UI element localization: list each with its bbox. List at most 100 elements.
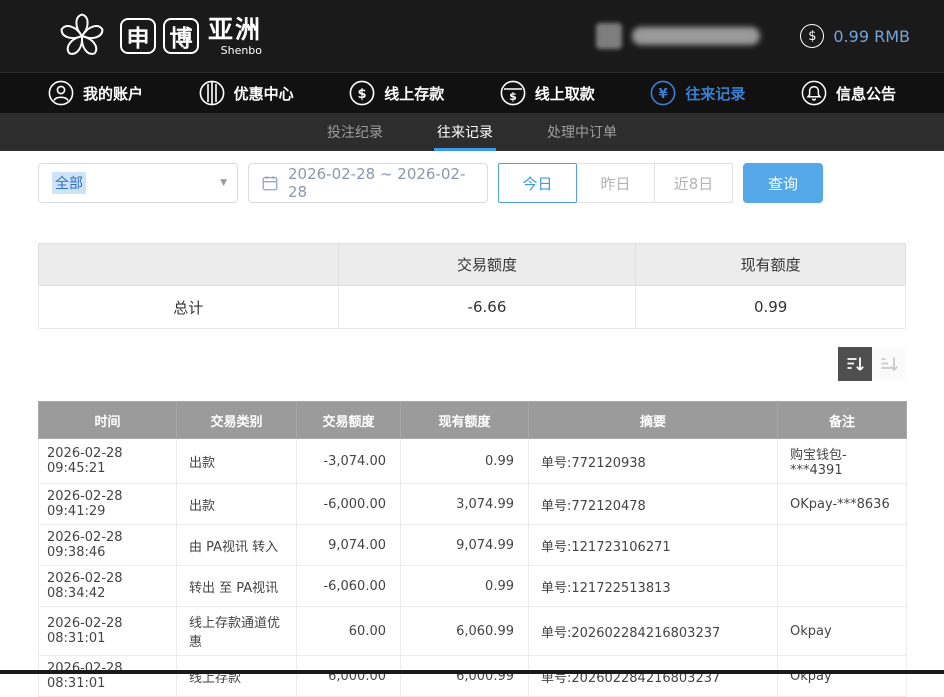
table-cell: 出款 (177, 439, 297, 484)
summary-transaction-total: -6.66 (338, 286, 636, 329)
query-button[interactable]: 查询 (743, 163, 823, 203)
col-amount: 交易额度 (297, 402, 401, 439)
nav-transaction-records[interactable]: ¥ 往来记录 (650, 80, 745, 106)
col-summary: 摘要 (529, 402, 778, 439)
table-cell: 线上存款通道优惠 (177, 607, 297, 656)
nav-promotions[interactable]: 优惠中心 (199, 80, 294, 106)
col-type: 交易类别 (177, 402, 297, 439)
table-row: 2026-02-28 09:45:21出款-3,074.000.99单号:772… (39, 439, 907, 484)
table-cell: 单号:121723106271 (529, 525, 778, 566)
nav-label: 信息公告 (836, 83, 896, 104)
site-logo[interactable]: 申 博 亚洲 Shenbo (56, 10, 262, 62)
summary-row: 总计 -6.66 0.99 (39, 286, 906, 329)
table-cell: 单号:121722513813 (529, 566, 778, 607)
table-cell: 2026-02-28 09:41:29 (39, 484, 177, 525)
table-cell: 转出 至 PA视讯 (177, 566, 297, 607)
table-cell: -6,000.00 (297, 484, 401, 525)
tab-transaction-records[interactable]: 往来记录 (434, 113, 496, 151)
table-row: 2026-02-28 08:31:01线上存款6,000.006,000.99单… (39, 656, 907, 697)
summary-table: 交易额度 现有额度 总计 -6.66 0.99 (38, 243, 906, 329)
table-cell: -3,074.00 (297, 439, 401, 484)
account-area[interactable]: $ 0.99 RMB (596, 23, 910, 49)
balance: $ 0.99 RMB (800, 24, 910, 48)
logo-char-box: 申 (120, 18, 156, 54)
table-cell: 由 PA视讯 转入 (177, 525, 297, 566)
table-cell: 单号:772120478 (529, 484, 778, 525)
logo-text: 亚洲 Shenbo (208, 17, 262, 56)
nav-online-deposit[interactable]: $ 线上存款 (349, 80, 444, 106)
last-8-days-button[interactable]: 近8日 (654, 163, 733, 203)
deposit-icon: $ (349, 80, 375, 106)
promo-icon (199, 80, 225, 106)
today-button[interactable]: 今日 (498, 163, 577, 203)
tab-bet-records[interactable]: 投注纪录 (324, 113, 386, 151)
transactions-body: 2026-02-28 09:45:21出款-3,074.000.99单号:772… (39, 439, 907, 697)
nav-label: 往来记录 (685, 83, 745, 104)
avatar (596, 23, 622, 49)
table-cell: 3,074.99 (401, 484, 529, 525)
date-range-input[interactable]: 2026-02-28 ~ 2026-02-28 (248, 163, 488, 203)
svg-text:$: $ (358, 87, 367, 102)
nav-announcements[interactable]: 信息公告 (801, 80, 896, 106)
table-cell: 6,060.99 (401, 607, 529, 656)
table-cell: 0.99 (401, 439, 529, 484)
sort-ascending-button[interactable] (872, 347, 906, 381)
table-cell: OKpay-***8636 (778, 484, 907, 525)
table-cell: -6,060.00 (297, 566, 401, 607)
summary-header-balance: 现有额度 (636, 244, 906, 286)
records-icon: ¥ (650, 80, 676, 106)
col-balance: 现有额度 (401, 402, 529, 439)
table-cell (778, 566, 907, 607)
table-row: 2026-02-28 08:31:01线上存款通道优惠60.006,060.99… (39, 607, 907, 656)
yesterday-button[interactable]: 昨日 (576, 163, 655, 203)
sort-controls (38, 347, 906, 381)
dollar-icon: $ (800, 24, 824, 48)
summary-header-blank (39, 244, 339, 286)
svg-text:¥: ¥ (659, 87, 668, 102)
table-cell: Okpay (778, 607, 907, 656)
calendar-icon (261, 174, 279, 192)
summary-header-transaction: 交易额度 (338, 244, 636, 286)
transactions-header-row: 时间 交易类别 交易额度 现有额度 摘要 备注 (39, 402, 907, 439)
nav-label: 优惠中心 (234, 83, 294, 104)
table-cell: 线上存款 (177, 656, 297, 697)
summary-balance-value: 0.99 (636, 286, 906, 329)
table-cell: 单号:202602284216803237 (529, 607, 778, 656)
flower-logo-icon (56, 10, 108, 62)
table-row: 2026-02-28 08:34:42转出 至 PA视讯-6,060.000.9… (39, 566, 907, 607)
nav-label: 线上存款 (384, 83, 444, 104)
table-cell (778, 525, 907, 566)
chevron-down-icon: ▼ (220, 178, 227, 188)
sort-descending-button[interactable] (838, 347, 872, 381)
table-row: 2026-02-28 09:38:46由 PA视讯 转入9,074.009,07… (39, 525, 907, 566)
table-cell: 2026-02-28 09:38:46 (39, 525, 177, 566)
col-remark: 备注 (778, 402, 907, 439)
logo-char-box: 博 (163, 18, 199, 54)
table-cell: 出款 (177, 484, 297, 525)
table-cell: 单号:202602284216803237 (529, 656, 778, 697)
table-cell: 6,000.99 (401, 656, 529, 697)
username-redacted (632, 27, 760, 45)
table-cell: 2026-02-28 08:34:42 (39, 566, 177, 607)
table-cell: Okpay (778, 656, 907, 697)
svg-text:$: $ (509, 90, 517, 103)
top-header: 申 博 亚洲 Shenbo $ 0.99 RMB (0, 0, 944, 72)
select-value: 全部 (52, 172, 86, 194)
logo-region-text: 亚洲 (208, 17, 262, 42)
record-tabs: 投注纪录 往来记录 处理中订单 (0, 113, 944, 151)
transactions-table: 时间 交易类别 交易额度 现有额度 摘要 备注 2026-02-28 09:45… (38, 401, 907, 697)
logo-subtitle: Shenbo (221, 45, 262, 56)
quick-range-group: 今日 昨日 近8日 (498, 163, 733, 203)
main-nav: 我的账户 优惠中心 $ 线上存款 $ 线上取款 (0, 72, 944, 113)
nav-label: 线上取款 (535, 83, 595, 104)
category-select[interactable]: 全部 ▼ (38, 163, 238, 203)
user-icon (48, 80, 74, 106)
nav-online-withdrawal[interactable]: $ 线上取款 (500, 80, 595, 106)
table-cell: 2026-02-28 08:31:01 (39, 607, 177, 656)
col-time: 时间 (39, 402, 177, 439)
content-area: 全部 ▼ 2026-02-28 ~ 2026-02-28 今日 昨日 近8日 查… (0, 151, 944, 697)
table-row: 2026-02-28 09:41:29出款-6,000.003,074.99单号… (39, 484, 907, 525)
nav-my-account[interactable]: 我的账户 (48, 80, 143, 106)
balance-amount: 0.99 RMB (833, 27, 910, 46)
tab-pending-orders[interactable]: 处理中订单 (544, 113, 620, 151)
